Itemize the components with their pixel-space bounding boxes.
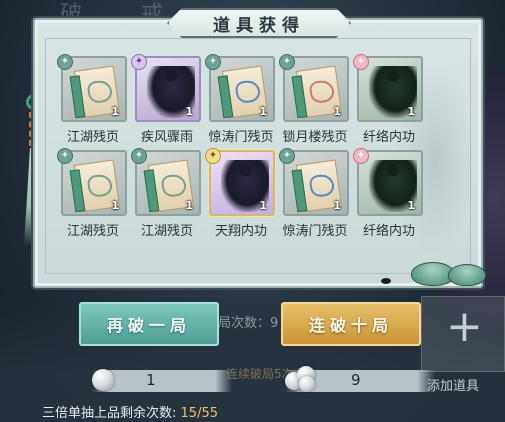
rarity-badge-icon: ✦ (57, 54, 73, 70)
remaining-rounds-text: 局次数：9 (218, 316, 279, 331)
reward-item[interactable]: 1 ✦ 天翔内功 (203, 148, 279, 242)
reward-item[interactable]: 1 ✦ 江湖残页 (55, 148, 131, 242)
item-quantity: 1 (185, 199, 193, 212)
rarity-badge-icon: ✦ (279, 148, 295, 164)
plus-icon: + (446, 301, 483, 352)
item-quantity: 1 (259, 199, 267, 212)
reward-item[interactable]: 1 ✦ 惊涛门残页 (277, 148, 353, 242)
reward-item[interactable]: 1 ✦ 惊涛门残页 (203, 54, 279, 148)
item-quantity: 1 (407, 199, 415, 212)
add-item-button[interactable]: + (421, 296, 505, 372)
item-obtained-dialog: 道具获得 1 ✦ 江湖残页 1 ✦ 疾风骤雨 1 ✦ 惊涛门残页 1 ✦ 锁月楼残页 1 ✦ 纤络内功 1 ✦ 江… (33, 8, 486, 288)
item-quantity: 1 (185, 105, 193, 118)
rarity-badge-icon: ✦ (131, 148, 147, 164)
rarity-badge-icon: ✦ (57, 148, 73, 164)
rarity-badge-icon: ✦ (353, 148, 369, 164)
item-quantity: 1 (333, 199, 341, 212)
item-quantity: 1 (111, 199, 119, 212)
play-again-button[interactable]: 再破一局 (79, 302, 219, 346)
item-quantity: 1 (259, 105, 267, 118)
rarity-badge-icon: ✦ (131, 54, 147, 70)
currency-single-pearl: 1 (92, 364, 232, 396)
rarity-badge-icon: ✦ (279, 54, 295, 70)
reward-item[interactable]: 1 ✦ 江湖残页 (55, 54, 131, 148)
item-name: 纤络内功 (362, 130, 415, 145)
item-quantity: 1 (111, 105, 119, 118)
reward-item[interactable]: 1 ✦ 纤络内功 (351, 148, 427, 242)
item-quantity: 1 (333, 105, 341, 118)
rarity-badge-icon: ✦ (353, 54, 369, 70)
item-name: 纤络内功 (362, 224, 415, 239)
triple-draw-count: 15/55 (180, 406, 218, 421)
reward-item[interactable]: 1 ✦ 疾风骤雨 (129, 54, 205, 148)
reward-item[interactable]: 1 ✦ 纤络内功 (351, 54, 427, 148)
currency-pearl-stack: 9 (285, 364, 435, 396)
currency-multi-value: 9 (351, 371, 361, 389)
rarity-badge-icon: ✦ (205, 54, 221, 70)
item-quantity: 1 (407, 105, 415, 118)
triple-draw-label: 三倍单抽上品剩余次数: (42, 406, 177, 421)
reward-item[interactable]: 1 ✦ 江湖残页 (129, 148, 205, 242)
reward-item[interactable]: 1 ✦ 锁月楼残页 (277, 54, 353, 148)
play-ten-button[interactable]: 连破十局 (281, 302, 421, 346)
currency-single-value: 1 (146, 371, 156, 389)
rarity-badge-icon: ✦ (205, 148, 221, 164)
go-stone-icon (381, 278, 391, 284)
pearl-icon (92, 369, 114, 391)
celadon-bowl-icon (448, 264, 486, 286)
dialog-title: 道具获得 (167, 8, 351, 38)
triple-draw-remaining: 三倍单抽上品剩余次数: 15/55 (42, 402, 218, 421)
